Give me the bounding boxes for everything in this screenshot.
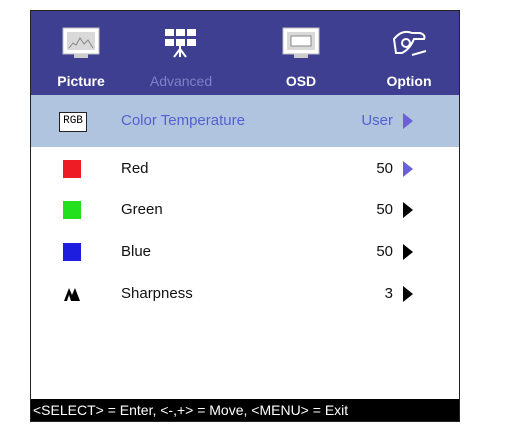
picture-icon — [62, 27, 100, 58]
green-swatch-icon — [63, 201, 81, 219]
row-value: User — [361, 112, 393, 129]
help-footer: <SELECT> = Enter, <-,+> = Move, <MENU> =… — [31, 399, 459, 421]
tab-option-label: Option — [386, 73, 432, 89]
arrow-right-icon — [403, 244, 413, 260]
osd-icon — [282, 27, 320, 58]
tab-option[interactable]: Option — [359, 11, 459, 95]
row-value: 50 — [376, 160, 393, 177]
tab-osd-label: OSD — [285, 73, 317, 89]
row-label: Green — [121, 201, 163, 218]
red-swatch-icon — [63, 160, 81, 178]
osd-menu: Picture Advanced OSD Option RGB Color Te… — [30, 10, 460, 422]
advanced-icon — [165, 29, 196, 58]
row-label: Sharpness — [121, 285, 193, 302]
row-value: 3 — [384, 285, 393, 302]
tab-picture-label: Picture — [57, 73, 105, 89]
menu-row-sharpness[interactable]: Sharpness 3 — [31, 276, 459, 312]
menu-row-color-temperature[interactable]: RGB Color Temperature User — [31, 95, 459, 147]
menu-tab-bar: Picture Advanced OSD Option — [31, 11, 459, 95]
tab-advanced-label: Advanced — [149, 73, 213, 89]
row-label: Blue — [121, 243, 152, 260]
arrow-right-icon — [403, 202, 413, 218]
row-value: 50 — [376, 201, 393, 218]
tab-advanced[interactable]: Advanced — [131, 11, 231, 95]
option-icon — [392, 30, 427, 56]
row-value: 50 — [376, 243, 393, 260]
sharpness-icon — [64, 288, 80, 301]
arrow-right-icon — [403, 113, 413, 129]
row-label: Red — [121, 160, 149, 177]
tab-picture[interactable]: Picture — [31, 11, 131, 95]
menu-row-red[interactable]: Red 50 — [31, 151, 459, 187]
arrow-right-icon — [403, 286, 413, 302]
rgb-icon: RGB — [59, 112, 87, 132]
row-label: Color Temperature — [121, 112, 245, 129]
menu-row-green[interactable]: Green 50 — [31, 192, 459, 228]
arrow-right-icon — [403, 161, 413, 177]
blue-swatch-icon — [63, 243, 81, 261]
menu-row-blue[interactable]: Blue 50 — [31, 234, 459, 270]
tab-osd[interactable]: OSD — [251, 11, 351, 95]
